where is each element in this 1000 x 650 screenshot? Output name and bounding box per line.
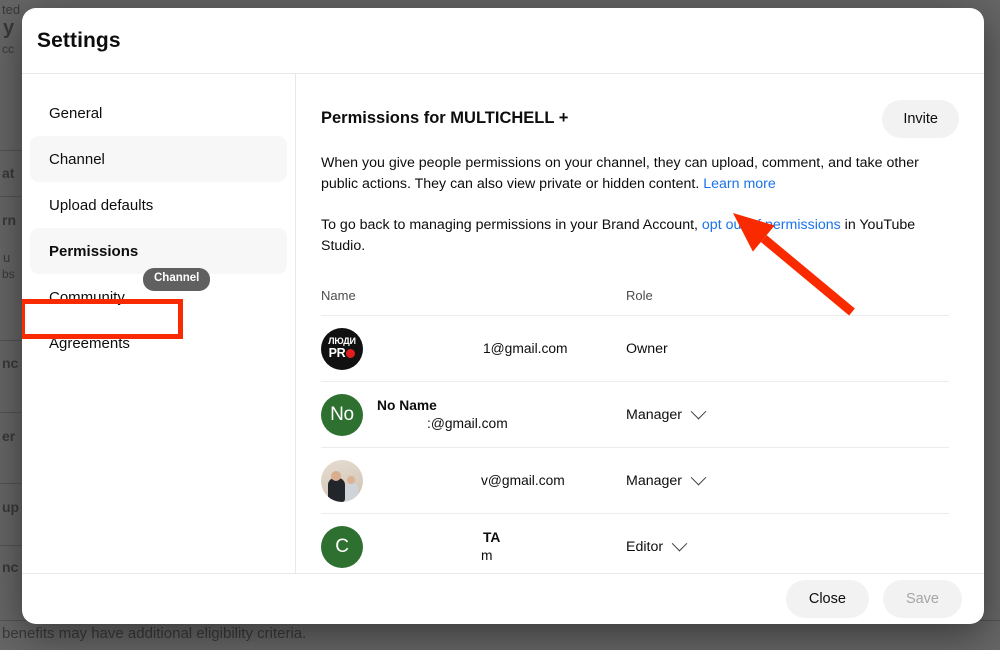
role-value: Owner bbox=[626, 341, 949, 357]
ludi-pro-logo-icon: ЛЮДИ PR bbox=[328, 336, 356, 360]
settings-sidebar: General Channel Upload defaults Permissi… bbox=[22, 74, 296, 573]
backdrop-text: nc bbox=[2, 559, 19, 575]
page-title: Settings bbox=[37, 28, 121, 52]
person-email: v@gmail.com bbox=[481, 473, 565, 488]
person-cell: ЛЮДИ PR 1@gmail.com bbox=[321, 327, 626, 370]
chevron-down-icon bbox=[690, 469, 707, 486]
role-label: Manager bbox=[626, 472, 682, 489]
save-button: Save bbox=[882, 580, 962, 618]
backdrop-text: y bbox=[3, 17, 15, 39]
chevron-down-icon bbox=[690, 403, 707, 420]
avatar: ЛЮДИ PR bbox=[321, 327, 363, 370]
person-email: m bbox=[481, 547, 493, 563]
person-info: v@gmail.com bbox=[377, 471, 565, 490]
person-email: 1@gmail.com bbox=[483, 341, 568, 356]
avatar-initials: No bbox=[330, 403, 354, 425]
sidebar-item-channel[interactable]: Channel bbox=[30, 136, 287, 182]
section-title: Permissions for MULTICHELL + bbox=[321, 109, 569, 127]
table-row: v@gmail.com Manager bbox=[321, 447, 949, 513]
table-row: ЛЮДИ PR 1@gmail.com Owner bbox=[321, 315, 949, 381]
sidebar-item-label: Upload defaults bbox=[49, 196, 154, 214]
backdrop-text: u bbox=[3, 250, 11, 265]
sidebar-item-label: Permissions bbox=[49, 242, 139, 260]
dialog-footer: Close Save bbox=[22, 573, 984, 624]
logo-bottom-text: PR bbox=[329, 347, 356, 360]
avatar-photo-person-left bbox=[328, 477, 345, 502]
backdrop-text: up bbox=[2, 499, 20, 515]
person-info: TA m bbox=[377, 529, 500, 565]
permissions-table: Name Role ЛЮДИ PR 1@gmail.com Owner No N… bbox=[321, 288, 949, 579]
role-label: Owner bbox=[626, 340, 668, 357]
avatar-photo-head-left bbox=[331, 470, 341, 481]
sidebar-item-label: Agreements bbox=[49, 334, 130, 352]
backdrop-text: cc bbox=[2, 42, 14, 56]
column-header-role: Role bbox=[626, 288, 653, 303]
chevron-down-icon bbox=[671, 535, 688, 552]
backdrop-rule bbox=[0, 483, 24, 484]
avatar: No bbox=[321, 393, 363, 436]
backdrop-rule bbox=[0, 196, 24, 197]
person-cell: C TA m bbox=[321, 525, 626, 568]
role-dropdown[interactable]: Manager bbox=[626, 403, 949, 423]
person-email: :@gmail.com bbox=[427, 415, 508, 431]
avatar-photo-person-right bbox=[345, 481, 358, 502]
table-header-row: Name Role bbox=[321, 288, 949, 315]
person-cell: v@gmail.com bbox=[321, 459, 626, 502]
sidebar-item-label: Community bbox=[49, 288, 125, 306]
sidebar-item-general[interactable]: General bbox=[30, 90, 287, 136]
sidebar-item-agreements[interactable]: Agreements bbox=[30, 320, 287, 366]
person-name: No Name bbox=[377, 397, 437, 413]
table-row: No No Name :@gmail.com Manager bbox=[321, 381, 949, 447]
logo-top-text: ЛЮДИ bbox=[328, 336, 356, 347]
person-cell: No No Name :@gmail.com bbox=[321, 393, 626, 436]
avatar-photo-head-right bbox=[347, 475, 355, 484]
dialog-body: General Channel Upload defaults Permissi… bbox=[22, 74, 984, 573]
role-label: Manager bbox=[626, 406, 682, 423]
channel-tooltip: Channel bbox=[143, 268, 211, 291]
opt-out-prefix: To go back to managing permissions in yo… bbox=[321, 217, 698, 233]
backdrop-rule bbox=[0, 412, 24, 413]
avatar-initials: C bbox=[335, 535, 349, 557]
backdrop-text: rn bbox=[2, 212, 16, 228]
sidebar-item-label: Channel bbox=[49, 150, 105, 168]
sidebar-item-upload-defaults[interactable]: Upload defaults bbox=[30, 182, 287, 228]
backdrop-rule bbox=[0, 545, 24, 546]
avatar: C bbox=[321, 525, 363, 568]
opt-out-description: To go back to managing permissions in yo… bbox=[321, 215, 959, 257]
person-info: No Name :@gmail.com bbox=[377, 397, 508, 433]
backdrop-rule bbox=[0, 340, 24, 341]
permissions-description: When you give people permissions on your… bbox=[321, 153, 921, 195]
description-text: When you give people permissions on your… bbox=[321, 155, 919, 192]
close-button[interactable]: Close bbox=[785, 580, 869, 618]
permissions-header: Permissions for MULTICHELL + Invite bbox=[321, 100, 959, 138]
backdrop-text: nc bbox=[2, 355, 19, 371]
learn-more-link[interactable]: Learn more bbox=[703, 176, 776, 192]
role-dropdown[interactable]: Editor bbox=[626, 535, 949, 555]
logo-bottom-label: PR bbox=[328, 346, 346, 361]
backdrop-rule bbox=[0, 150, 24, 151]
sidebar-item-label: General bbox=[49, 104, 103, 122]
avatar bbox=[321, 459, 363, 502]
opt-out-of-permissions-link[interactable]: opt out of permissions bbox=[702, 217, 841, 233]
role-dropdown[interactable]: Manager bbox=[626, 469, 949, 489]
role-label: Editor bbox=[626, 538, 664, 555]
backdrop-text: benefits may have additional eligibility… bbox=[2, 625, 307, 642]
permissions-panel: Permissions for MULTICHELL + Invite When… bbox=[296, 74, 984, 573]
logo-red-dot-icon bbox=[346, 349, 356, 358]
person-name: TA bbox=[483, 529, 501, 545]
column-header-name: Name bbox=[321, 288, 356, 303]
backdrop-text: bs bbox=[2, 267, 15, 281]
dialog-header: Settings bbox=[22, 8, 984, 74]
backdrop-text: ted bbox=[2, 2, 21, 17]
settings-dialog: Settings General Channel Upload defaults… bbox=[22, 8, 984, 624]
backdrop-text: at bbox=[2, 165, 15, 181]
backdrop-text: er bbox=[2, 428, 16, 444]
person-info: 1@gmail.com bbox=[377, 339, 568, 358]
table-row: C TA m Editor bbox=[321, 513, 949, 579]
invite-button[interactable]: Invite bbox=[882, 100, 959, 138]
